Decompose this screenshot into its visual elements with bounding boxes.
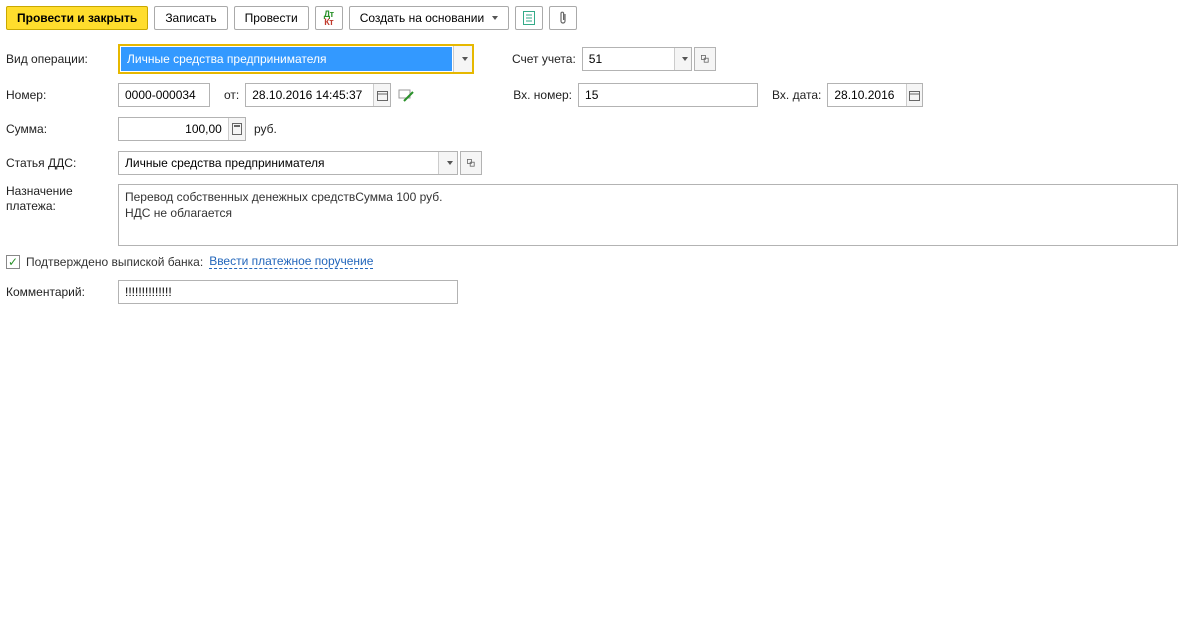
document-icon (523, 11, 535, 25)
chevron-down-icon (682, 57, 688, 61)
purpose-textarea[interactable]: Перевод собственных денежных средствСумм… (118, 184, 1178, 246)
calculator-icon (232, 123, 242, 135)
calendar-icon (909, 90, 920, 101)
posted-status-icon (395, 86, 417, 104)
in-number-label: Вх. номер: (499, 88, 578, 102)
comment-field[interactable] (118, 280, 458, 304)
dtkt-button[interactable]: ДтКт (315, 6, 343, 30)
confirmed-label: Подтверждено выпиской банка: (26, 255, 203, 269)
chevron-down-icon (492, 16, 498, 20)
operation-type-label: Вид операции: (6, 52, 118, 66)
operation-type-value: Личные средства предпринимателя (121, 47, 452, 71)
comment-label: Комментарий: (6, 285, 118, 299)
report-button[interactable] (515, 6, 543, 30)
open-icon (701, 54, 709, 64)
dropdown-button[interactable] (674, 48, 691, 70)
dtkt-icon: ДтКт (324, 10, 334, 26)
calculator-button[interactable] (228, 118, 245, 140)
create-based-on-button[interactable]: Создать на основании (349, 6, 510, 30)
amount-field[interactable] (118, 117, 246, 141)
toolbar: Провести и закрыть Записать Провести ДтК… (6, 6, 1194, 30)
amount-label: Сумма: (6, 122, 118, 136)
in-date-input[interactable] (828, 84, 906, 106)
in-date-field[interactable] (827, 83, 923, 107)
operation-type-field[interactable]: Личные средства предпринимателя (118, 44, 474, 74)
in-date-label: Вх. дата: (758, 88, 827, 102)
chevron-down-icon (447, 161, 453, 165)
attachment-button[interactable] (549, 6, 577, 30)
currency-label: руб. (246, 122, 283, 136)
number-field[interactable] (118, 83, 210, 107)
open-button[interactable] (694, 47, 716, 71)
dropdown-button[interactable] (453, 46, 472, 72)
account-label: Счет учета: (498, 52, 582, 66)
from-label: от: (210, 88, 245, 102)
comment-input[interactable] (119, 281, 457, 303)
open-icon (467, 158, 475, 168)
confirmed-checkbox[interactable]: ✓ (6, 255, 20, 269)
post-and-close-button[interactable]: Провести и закрыть (6, 6, 148, 30)
dds-field[interactable] (118, 151, 458, 175)
dds-label: Статья ДДС: (6, 156, 118, 170)
check-icon: ✓ (8, 257, 18, 267)
in-number-input[interactable] (579, 84, 757, 106)
post-button[interactable]: Провести (234, 6, 309, 30)
datetime-input[interactable] (246, 84, 373, 106)
purpose-label: Назначение платежа: (6, 184, 118, 214)
open-button[interactable] (460, 151, 482, 175)
calendar-icon (377, 90, 388, 101)
calendar-button[interactable] (373, 84, 390, 106)
calendar-button[interactable] (906, 84, 922, 106)
dropdown-button[interactable] (438, 152, 457, 174)
datetime-field[interactable] (245, 83, 391, 107)
enter-payment-order-link[interactable]: Ввести платежное поручение (209, 254, 373, 269)
record-button[interactable]: Записать (154, 6, 227, 30)
dds-input[interactable] (119, 152, 438, 174)
chevron-down-icon (462, 57, 468, 61)
account-field[interactable] (582, 47, 692, 71)
amount-input[interactable] (119, 118, 228, 140)
account-input[interactable] (583, 48, 674, 70)
paperclip-icon (558, 11, 568, 25)
in-number-field[interactable] (578, 83, 758, 107)
number-input[interactable] (119, 84, 209, 106)
number-label: Номер: (6, 88, 118, 102)
